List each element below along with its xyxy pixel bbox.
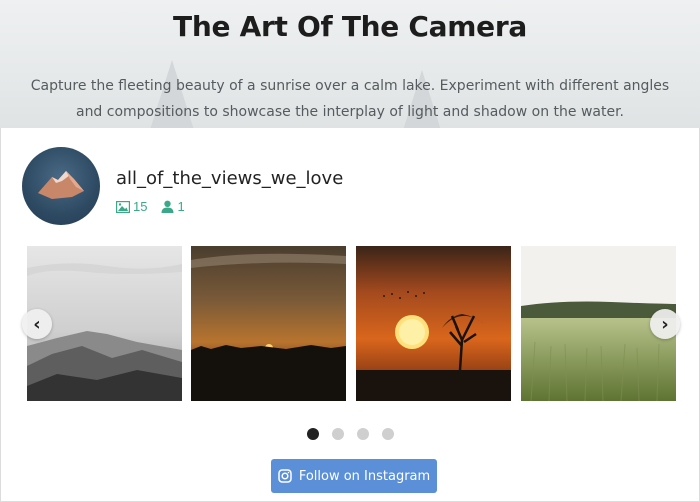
follow-button-label: Follow on Instagram [298,468,431,484]
hero-banner: The Art Of The Camera Capture the fleeti… [0,0,700,128]
gallery-photo[interactable] [191,246,346,401]
posts-count: 15 [133,199,148,214]
mountain-avatar-image [38,171,84,199]
follow-on-instagram-button[interactable]: Follow on Instagram [271,459,437,493]
followers-count: 1 [177,199,185,214]
profile-stats: 15 1 [116,199,185,214]
pagination-dot-4[interactable] [382,428,394,440]
user-icon [161,200,174,213]
instagram-feed-widget: all_of_the_views_we_love 15 1 ‹ › Follow… [0,128,700,502]
avatar[interactable] [22,147,100,225]
pagination-dot-2[interactable] [332,428,344,440]
username[interactable]: all_of_the_views_we_love [116,168,343,189]
page-description: Capture the fleeting beauty of a sunrise… [30,78,670,120]
previous-button[interactable]: ‹ [22,309,52,339]
gallery-photo[interactable] [356,246,511,401]
followers-stat: 1 [161,199,185,214]
posts-stat: 15 [116,199,147,214]
sun-and-tree-image [356,246,511,401]
carousel-pagination [307,428,394,440]
page-title: The Art Of The Camera [173,10,527,43]
image-icon [116,200,130,213]
pagination-dot-1[interactable] [307,428,319,440]
next-button[interactable]: › [650,309,680,339]
pagination-dot-3[interactable] [357,428,369,440]
instagram-icon [278,469,292,483]
sunset-horizon-image [191,246,346,401]
